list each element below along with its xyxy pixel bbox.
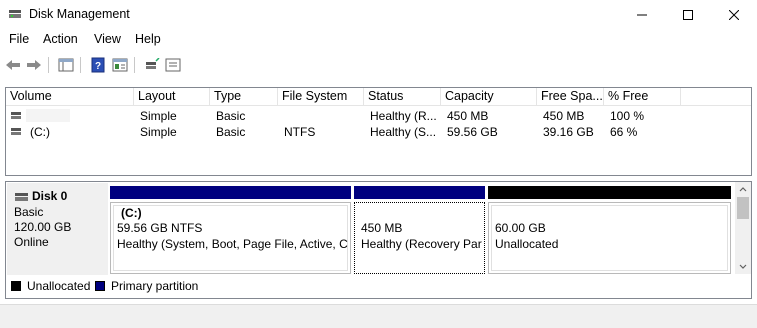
cell-percent-free: 100 % [610,109,645,123]
legend: Unallocated Primary partition [7,276,750,296]
column-header-volume[interactable]: Volume [6,88,134,106]
cell-type: Basic [216,109,246,123]
partition-c[interactable]: (C:) 59.56 GB NTFS Healthy (System, Boot… [110,186,351,274]
cell-free-space: 39.16 GB [543,125,594,139]
forward-icon [27,60,41,70]
window-title: Disk Management [29,7,130,21]
back-icon [6,60,20,70]
scroll-up-button[interactable] [735,182,751,196]
cell-layout: Simple [140,125,177,139]
status-bar [0,304,757,328]
partition-title: (C:) [121,206,142,220]
minimize-icon [637,14,647,15]
menu-view[interactable]: View [94,32,121,46]
cell-layout: Simple [140,109,177,123]
partition-recovery[interactable]: 450 MB Healthy (Recovery Part [354,186,485,274]
toolbar-separator [48,57,49,73]
legend-swatch-primary [95,281,105,291]
cell-type: Basic [216,125,246,139]
menu-help[interactable]: Help [135,32,161,46]
volume-name-blank [26,109,70,122]
disk-state: Online [14,235,49,249]
partition-status: Healthy (Recovery Part [361,237,482,251]
cell-status: Healthy (S... [370,125,437,139]
maximize-button[interactable] [665,0,711,29]
menu-file[interactable]: File [9,32,29,46]
partition-size: 450 MB [361,221,482,235]
column-header-capacity[interactable]: Capacity [441,88,537,106]
console-icon [165,58,181,72]
cell-capacity: 59.56 GB [447,125,498,139]
partition-size: 59.56 GB NTFS [117,221,203,235]
partition-unallocated[interactable]: 60.00 GB Unallocated [488,186,731,274]
scroll-thumb[interactable] [737,197,749,219]
partition-status: Healthy (System, Boot, Page File, Active… [117,237,348,251]
partition-size: 60.00 GB [495,221,546,235]
legend-swatch-unallocated [11,281,21,291]
scroll-down-button[interactable] [735,260,751,274]
menu-bar: File Action View Help [0,29,757,50]
cell-status: Healthy (R... [370,109,437,123]
svg-text:?: ? [95,61,101,72]
cell-capacity: 450 MB [447,109,489,123]
disk-graphical-view: Disk 0 Basic 120.00 GB Online (C:) 59.56… [5,181,752,299]
column-header-layout[interactable]: Layout [134,88,210,106]
cell-file-system: NTFS [284,125,316,139]
disk-size: 120.00 GB [14,220,72,234]
maximize-icon [683,9,693,20]
show-hide-console-tree-button[interactable] [57,56,75,74]
drive-icon [11,128,21,135]
partition-box: (C:) 59.56 GB NTFS Healthy (System, Boot… [110,202,351,274]
volume-list-header: Volume Layout Type File System Status Ca… [6,88,751,106]
disk-name: Disk 0 [32,189,68,203]
cell-free-space: 450 MB [543,109,585,123]
back-button[interactable] [4,56,22,74]
disk-type: Basic [14,205,44,219]
partition-status: Unallocated [495,237,559,251]
console-button[interactable] [164,56,182,74]
disk-management-app-icon [9,10,21,18]
table-row[interactable]: (C:) Simple Basic NTFS Healthy (S... 59.… [6,124,751,140]
disk-info-panel[interactable]: Disk 0 Basic 120.00 GB Online [7,183,108,275]
help-button[interactable]: ? [89,56,107,74]
close-icon [729,9,739,20]
partition-box: 450 MB Healthy (Recovery Part [354,202,485,274]
connect-button[interactable] [143,56,161,74]
cell-volume: (C:) [30,125,50,139]
properties-button[interactable] [111,56,129,74]
partition-bar [488,186,731,199]
list-view-icon [58,58,74,72]
column-header-type[interactable]: Type [210,88,278,106]
legend-label-primary: Primary partition [111,279,199,293]
column-header-percent-free[interactable]: % Free [604,88,681,106]
forward-button[interactable] [25,56,43,74]
column-header-status[interactable]: Status [364,88,441,106]
drive-icon [11,112,21,119]
toolbar-separator [80,57,81,73]
help-icon: ? [91,57,105,73]
menu-action[interactable]: Action [43,32,78,46]
table-row[interactable]: Simple Basic Healthy (R... 450 MB 450 MB… [6,108,751,124]
partition-box: 60.00 GB Unallocated [488,202,731,274]
disk-icon [15,193,28,201]
legend-label-unallocated: Unallocated [27,279,91,293]
connect-icon [146,58,160,69]
minimize-button[interactable] [619,0,665,29]
partition-bar [354,186,485,199]
column-header-free-space[interactable]: Free Spa... [537,88,604,106]
vertical-scrollbar[interactable] [735,182,751,274]
chevron-up-icon [739,187,747,192]
volume-list[interactable]: Volume Layout Type File System Status Ca… [5,87,752,176]
chevron-down-icon [739,264,747,269]
toolbar: ? [0,52,757,78]
cell-percent-free: 66 % [610,125,638,139]
partition-bar [110,186,351,199]
close-button[interactable] [711,0,757,29]
title-bar: Disk Management [0,0,757,29]
toolbar-separator [134,57,135,73]
properties-icon [112,58,128,72]
column-header-file-system[interactable]: File System [278,88,364,106]
